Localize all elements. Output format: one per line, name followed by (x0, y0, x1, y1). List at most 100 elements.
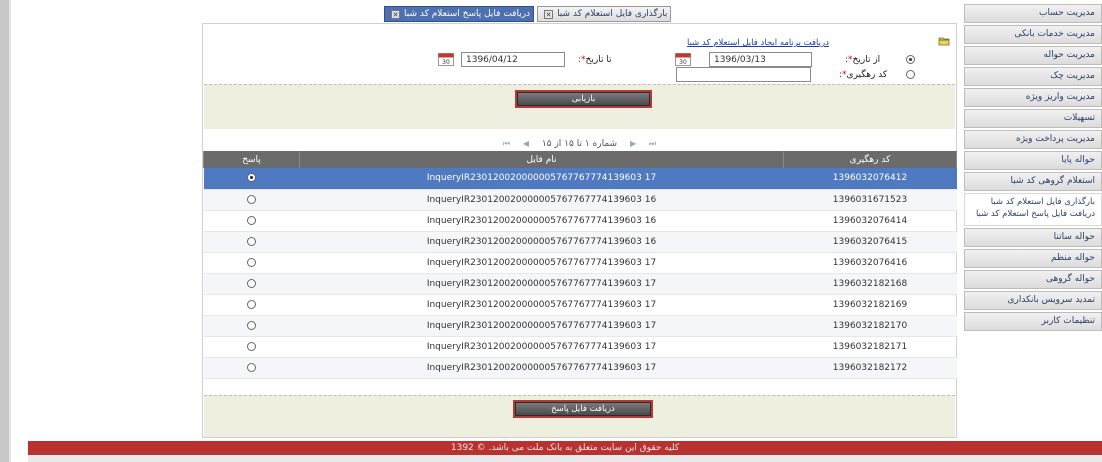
file-name-cell: InqueryIR230120020000005767767774139603 … (299, 189, 784, 211)
tab-download-response[interactable]: دریافت فایل پاسخ استعلام کد شبا ✕ (384, 6, 535, 22)
sidebar-submenu: بارگذاری فایل استعلام کد شبا دریافت فایل … (964, 193, 1102, 226)
sidebar-menu: مدیریت حساب مدیریت خدمات بانکی مدیریت حوال… (964, 4, 1102, 333)
table-row[interactable]: InqueryIR230120020000005767767774139603 … (203, 168, 957, 190)
file-name-cell: InqueryIR230120020000005767767774139603 … (299, 294, 784, 316)
download-response-button[interactable]: دریافت فایل پاسخ (515, 402, 651, 416)
folder-icon (938, 37, 950, 46)
tracking-code-radio[interactable] (906, 70, 915, 79)
tab-label: بارگذاری فایل استعلام کد شبا (557, 8, 668, 19)
table-row[interactable]: InqueryIR230120020000005767767774139603 … (203, 189, 957, 211)
sidebar-item-6[interactable]: مدیریت پرداخت ویژه (964, 130, 1102, 149)
from-date-input[interactable] (709, 52, 812, 67)
results-table: پاسخ نام فایل کد رهگیری InqueryIR2301200… (203, 151, 957, 379)
tracking-code-input[interactable] (676, 67, 811, 82)
row-select-radio[interactable] (247, 173, 256, 183)
table-row[interactable]: InqueryIR230120020000005767767774139603 … (203, 210, 957, 232)
sidebar-item-2[interactable]: مدیریت حواله (964, 46, 1102, 65)
file-name-cell: InqueryIR230120020000005767767774139603 … (299, 315, 784, 337)
sidebar-item-after-0[interactable]: حواله ساتنا (964, 228, 1102, 247)
prev-page-icon[interactable]: ◀ (523, 139, 529, 148)
row-select-radio[interactable] (247, 215, 256, 225)
sidebar-item-5[interactable]: تسهیلات (964, 109, 1102, 128)
row-select-radio[interactable] (247, 278, 256, 288)
column-header-response[interactable]: پاسخ (203, 151, 300, 168)
sidebar-item-after-1[interactable]: حواله منظم (964, 249, 1102, 268)
last-page-icon[interactable]: ⏭ (649, 139, 656, 149)
table-row[interactable]: InqueryIR230120020000005767767774139603 … (203, 315, 957, 337)
file-name-cell: InqueryIR230120020000005767767774139603 … (299, 168, 784, 190)
tracking-code-cell: 1396032076414 (783, 210, 957, 232)
next-page-icon[interactable]: ▶ (630, 139, 636, 148)
sidebar-item-after-4[interactable]: تنظیمات کاربر (964, 312, 1102, 331)
page: مدیریت حساب مدیریت خدمات بانکی مدیریت حوال… (0, 0, 1102, 462)
filter-section: دریافت برنامه ایجاد فایل استعلام کد شبا … (203, 24, 956, 84)
row-select-radio[interactable] (247, 236, 256, 246)
sidebar-subitem-1[interactable]: دریافت فایل پاسخ استعلام کد شبا (969, 209, 1095, 219)
first-page-icon[interactable]: ⏮ (503, 139, 510, 149)
row-select-radio[interactable] (247, 362, 256, 372)
table-row[interactable]: InqueryIR230120020000005767767774139603 … (203, 273, 957, 295)
sidebar-item-after-3[interactable]: تمدید سرویس بانکداری (964, 291, 1102, 310)
response-cell (203, 315, 300, 337)
response-cell (203, 231, 300, 253)
tab-label: دریافت فایل پاسخ استعلام کد شبا (404, 8, 531, 19)
file-name-cell: InqueryIR230120020000005767767774139603 … (299, 231, 784, 253)
sidebar-subitem-0[interactable]: بارگذاری فایل استعلام کد شبا (969, 197, 1095, 207)
sidebar-item-1[interactable]: مدیریت خدمات بانکی (964, 25, 1102, 44)
to-date-input[interactable] (461, 52, 565, 67)
response-cell (203, 294, 300, 316)
tracking-code-cell: 1396032076412 (783, 168, 957, 190)
response-cell (203, 273, 300, 295)
tracking-code-cell: 1396031671523 (783, 189, 957, 211)
response-cell (203, 252, 300, 274)
tracking-code-cell: 1396032182172 (783, 357, 957, 379)
sidebar-item-0[interactable]: مدیریت حساب (964, 4, 1102, 23)
table-row[interactable]: InqueryIR230120020000005767767774139603 … (203, 357, 957, 379)
row-select-radio[interactable] (247, 257, 256, 267)
row-select-radio[interactable] (247, 320, 256, 330)
to-date-label: تا تاریخ*: (578, 55, 612, 65)
sidebar-item-after-2[interactable]: حواله گروهی (964, 270, 1102, 289)
tracking-code-cell: 1396032182171 (783, 336, 957, 358)
tracking-code-cell: 1396032182169 (783, 294, 957, 316)
tab-upload-inquiry[interactable]: بارگذاری فایل استعلام کد شبا ✕ (537, 6, 672, 22)
row-select-radio[interactable] (247, 299, 256, 309)
search-band: بازیابی (204, 84, 955, 129)
main-panel: دریافت برنامه ایجاد فایل استعلام کد شبا … (202, 23, 957, 438)
svg-text:30: 30 (442, 59, 450, 66)
table-row[interactable]: InqueryIR230120020000005767767774139603 … (203, 231, 957, 253)
tracking-code-cell: 1396032076415 (783, 231, 957, 253)
calendar-icon[interactable]: 30 (438, 53, 454, 66)
calendar-icon[interactable]: 30 (675, 53, 691, 66)
download-program-link[interactable]: دریافت برنامه ایجاد فایل استعلام کد شبا (687, 38, 829, 48)
response-cell (203, 168, 300, 190)
close-icon[interactable]: ✕ (544, 9, 554, 19)
response-cell (203, 210, 300, 232)
left-strip-edge (9, 0, 11, 462)
row-select-radio[interactable] (247, 194, 256, 204)
date-range-radio[interactable] (906, 55, 915, 64)
response-cell (203, 189, 300, 211)
tracking-code-label: کد رهگیری*: (839, 70, 888, 80)
table-row[interactable]: InqueryIR230120020000005767767774139603 … (203, 336, 957, 358)
close-icon[interactable]: ✕ (391, 9, 400, 19)
download-band: دریافت فایل پاسخ (204, 395, 955, 437)
table-row[interactable]: InqueryIR230120020000005767767774139603 … (203, 294, 957, 316)
sidebar-item-3[interactable]: مدیریت چک (964, 67, 1102, 86)
table-header-row: پاسخ نام فایل کد رهگیری (203, 151, 957, 168)
column-header-tracking-code[interactable]: کد رهگیری (783, 151, 957, 168)
search-button[interactable]: بازیابی (517, 92, 650, 106)
table-body: InqueryIR230120020000005767767774139603 … (203, 168, 957, 379)
file-name-cell: InqueryIR230120020000005767767774139603 … (299, 336, 784, 358)
file-name-cell: InqueryIR230120020000005767767774139603 … (299, 357, 784, 379)
column-header-file-name[interactable]: نام فایل (299, 151, 784, 168)
sidebar-item-4[interactable]: مدیریت واریز ویژه (964, 88, 1102, 107)
table-row[interactable]: InqueryIR230120020000005767767774139603 … (203, 252, 957, 274)
response-cell (203, 336, 300, 358)
row-select-radio[interactable] (247, 341, 256, 351)
tab-bar: دریافت فایل پاسخ استعلام کد شبا ✕ بارگذا… (381, 6, 672, 22)
sidebar-item-8[interactable]: استعلام گروهی کد شبا (964, 172, 1102, 191)
sidebar-item-7[interactable]: حواله پایا (964, 151, 1102, 170)
svg-text:30: 30 (679, 59, 687, 66)
tracking-code-cell: 1396032182168 (783, 273, 957, 295)
